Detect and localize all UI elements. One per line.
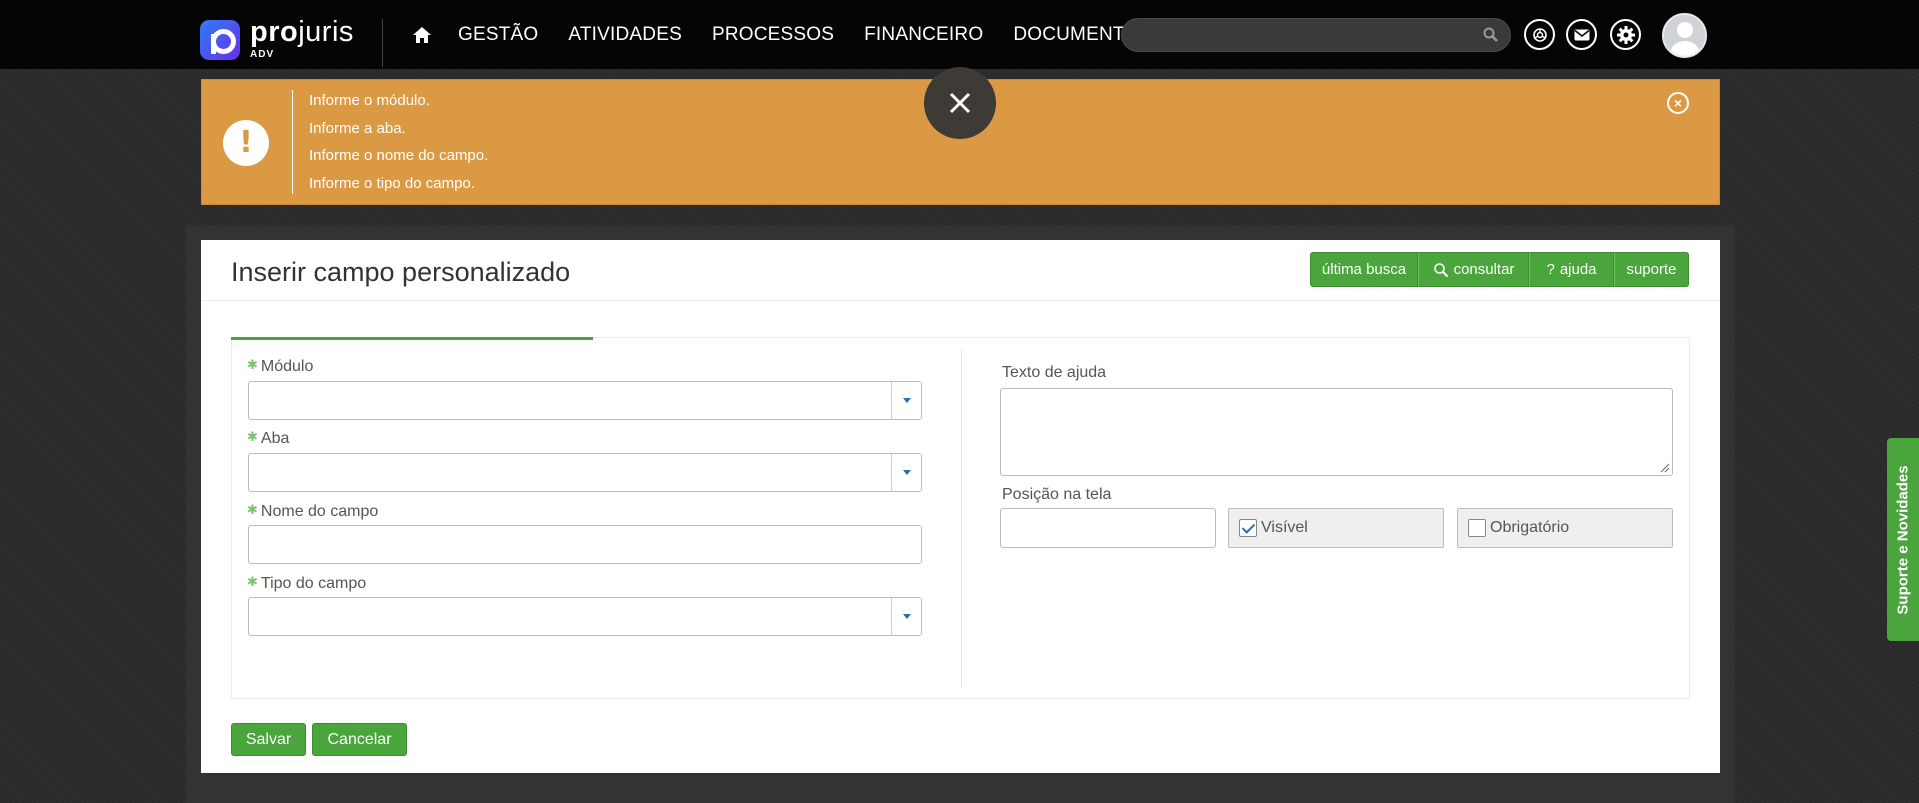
search-icon[interactable] — [1482, 26, 1500, 44]
gear-icon — [1616, 25, 1635, 44]
header-actions: última busca consultar ? ajuda suporte — [1310, 252, 1689, 287]
position-label: Posição na tela — [1002, 486, 1112, 503]
settings-icon[interactable] — [1610, 19, 1641, 50]
support-label: suporte — [1626, 261, 1677, 278]
support-news-label: Suporte e Novidades — [1894, 464, 1912, 615]
tipo-campo-select[interactable] — [248, 597, 922, 636]
support-news-tab[interactable]: Suporte e Novidades — [1887, 438, 1919, 641]
nav-item-gestao[interactable]: GESTÃO — [458, 24, 538, 46]
openai-icon — [1532, 27, 1547, 42]
alert-message: Informe a aba. — [309, 119, 406, 137]
top-navbar: projuris ADV GESTÃO ATIVIDADES PROCESSOS… — [0, 0, 1919, 69]
position-input[interactable] — [1000, 508, 1216, 548]
support-button[interactable]: suporte — [1614, 252, 1689, 287]
close-overlay-button[interactable] — [924, 67, 996, 139]
home-icon[interactable] — [412, 25, 432, 45]
nav-item-atividades[interactable]: ATIVIDADES — [568, 24, 682, 46]
ai-assistant-icon[interactable] — [1524, 19, 1555, 50]
alert-message: Informe o módulo. — [309, 92, 430, 109]
logo-subtitle: ADV — [250, 49, 275, 60]
header-divider — [201, 300, 1720, 301]
required-marker: ✱ — [247, 574, 258, 589]
modulo-label: ✱ Módulo — [247, 357, 314, 375]
required-label: Obrigatório — [1490, 519, 1570, 536]
chevron-down-icon[interactable] — [891, 454, 921, 491]
last-search-label: última busca — [1321, 261, 1407, 278]
nav-item-financeiro[interactable]: FINANCEIRO — [864, 24, 983, 46]
aba-label: ✱ Aba — [247, 429, 290, 447]
help-text-input[interactable] — [1000, 388, 1673, 476]
search-input[interactable] — [1122, 19, 1472, 51]
alert-messages: Informe o módulo. Informe a aba. Informe… — [309, 90, 488, 200]
required-marker: ✱ — [247, 357, 258, 372]
logo-mark-icon — [200, 20, 240, 60]
required-marker: ✱ — [247, 429, 258, 444]
tipo-campo-label: ✱ Tipo do campo — [247, 574, 367, 592]
resize-grip-icon[interactable] — [1660, 463, 1670, 473]
alert-divider — [292, 90, 293, 194]
nome-campo-input[interactable] — [248, 525, 922, 564]
save-button[interactable]: Salvar — [231, 723, 306, 756]
global-search — [1121, 18, 1511, 52]
envelope-icon — [1574, 29, 1589, 40]
nome-campo-label: ✱ Nome do campo — [247, 502, 379, 520]
nav-divider — [382, 19, 383, 67]
question-icon: ? — [1546, 261, 1555, 278]
chevron-down-icon[interactable] — [891, 382, 921, 419]
required-checkbox-field[interactable]: Obrigatório — [1457, 508, 1673, 548]
alert-message: Informe o nome do campo. — [309, 147, 489, 164]
visible-label: Visível — [1261, 519, 1308, 536]
consult-button[interactable]: consultar — [1418, 252, 1529, 287]
close-icon — [949, 92, 971, 114]
projuris-logo[interactable]: projuris ADV — [200, 16, 362, 60]
page-title: Inserir campo personalizado — [231, 257, 571, 287]
alert-message: Informe o tipo do campo. — [309, 174, 475, 192]
form-panel: Inserir campo personalizado última busca… — [201, 240, 1720, 773]
help-text-label: Texto de ajuda — [1002, 364, 1107, 381]
required-checkbox[interactable] — [1468, 519, 1486, 537]
alert-close-icon[interactable]: × — [1667, 92, 1689, 114]
magnifier-icon — [1433, 262, 1448, 277]
required-marker: ✱ — [247, 502, 258, 517]
cancel-button[interactable]: Cancelar — [312, 723, 407, 756]
messages-icon[interactable] — [1566, 19, 1597, 50]
main-nav: GESTÃO ATIVIDADES PROCESSOS FINANCEIRO D… — [458, 24, 1152, 46]
active-tab-indicator — [231, 337, 593, 340]
nav-item-processos[interactable]: PROCESSOS — [712, 24, 834, 46]
consult-label: consultar — [1453, 261, 1515, 278]
chevron-down-icon[interactable] — [891, 598, 921, 635]
help-button[interactable]: ? ajuda — [1529, 252, 1614, 287]
exclamation-icon: ! — [223, 120, 269, 166]
modulo-select[interactable] — [248, 381, 922, 420]
help-label: ajuda — [1559, 261, 1597, 278]
column-divider — [961, 348, 962, 688]
last-search-button[interactable]: última busca — [1310, 252, 1418, 287]
logo-text: projuris — [250, 16, 354, 48]
visible-checkbox[interactable] — [1239, 519, 1257, 537]
aba-select[interactable] — [248, 453, 922, 492]
user-avatar[interactable] — [1662, 13, 1707, 58]
visible-checkbox-field[interactable]: Visível — [1228, 508, 1444, 548]
